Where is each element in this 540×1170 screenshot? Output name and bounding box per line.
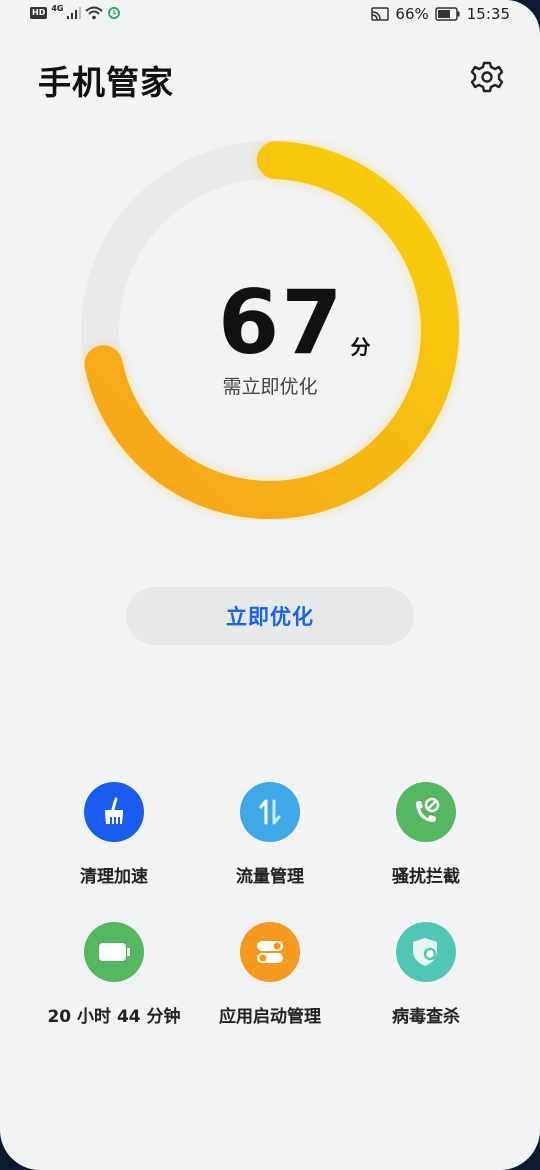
page-title: 手机管家	[38, 63, 174, 102]
call-block-icon	[416, 797, 440, 822]
tool-app-launch[interactable]: 应用启动管理	[190, 922, 350, 1027]
data-transfer-icon	[259, 799, 281, 825]
toggle-switch-icon	[257, 941, 283, 963]
phone-screen: HD 4G 66% 15:35 手机管家 67 分 需立即优化 立即优化 清理加…	[0, 0, 540, 1170]
tool-label: 流量管理	[236, 867, 304, 887]
signal-icon	[67, 7, 82, 19]
status-bar: HD 4G 66% 15:35	[0, 0, 540, 30]
gear-icon	[470, 61, 504, 93]
score-status-text: 需立即优化	[222, 376, 318, 398]
tool-icon-bg	[84, 922, 144, 982]
tool-icon-bg	[84, 782, 144, 842]
tool-icon-bg	[240, 922, 300, 982]
tool-label: 骚扰拦截	[392, 867, 460, 887]
score-value: 67	[218, 271, 345, 374]
tool-label: 病毒查杀	[392, 1007, 460, 1027]
tool-harassment-block[interactable]: 骚扰拦截	[346, 782, 506, 887]
network-type: 4G	[51, 3, 64, 13]
tool-label: 20 小时 44 分钟	[47, 1007, 181, 1027]
wifi-icon	[85, 6, 104, 20]
shield-search-icon	[413, 938, 440, 966]
tool-icon-bg	[396, 922, 456, 982]
tool-label: 清理加速	[80, 867, 148, 887]
settings-button[interactable]	[468, 58, 506, 96]
optimize-button[interactable]: 立即优化	[126, 587, 414, 645]
tool-data-usage[interactable]: 流量管理	[190, 782, 350, 887]
battery-icon	[99, 943, 130, 961]
status-left: HD 4G	[30, 3, 121, 20]
cast-icon	[371, 7, 390, 21]
battery-percent: 66%	[395, 5, 429, 23]
status-time: 15:35	[466, 5, 510, 23]
hd-badge: HD	[30, 7, 48, 19]
tool-virus-scan[interactable]: 病毒查杀	[346, 922, 506, 1027]
tool-label: 应用启动管理	[219, 1007, 321, 1027]
score-display: 67 分	[218, 271, 371, 374]
tool-battery[interactable]: 20 小时 44 分钟	[34, 922, 194, 1027]
score-status: 需立即优化	[0, 372, 540, 399]
score-unit: 分	[350, 335, 371, 359]
tool-icon-bg	[396, 782, 456, 842]
sync-icon	[108, 7, 121, 19]
broom-icon	[105, 797, 123, 824]
tool-cleanup[interactable]: 清理加速	[34, 782, 194, 887]
battery-status-icon	[435, 7, 460, 21]
tool-icon-bg	[240, 782, 300, 842]
status-right: 66% 15:35	[371, 5, 510, 23]
